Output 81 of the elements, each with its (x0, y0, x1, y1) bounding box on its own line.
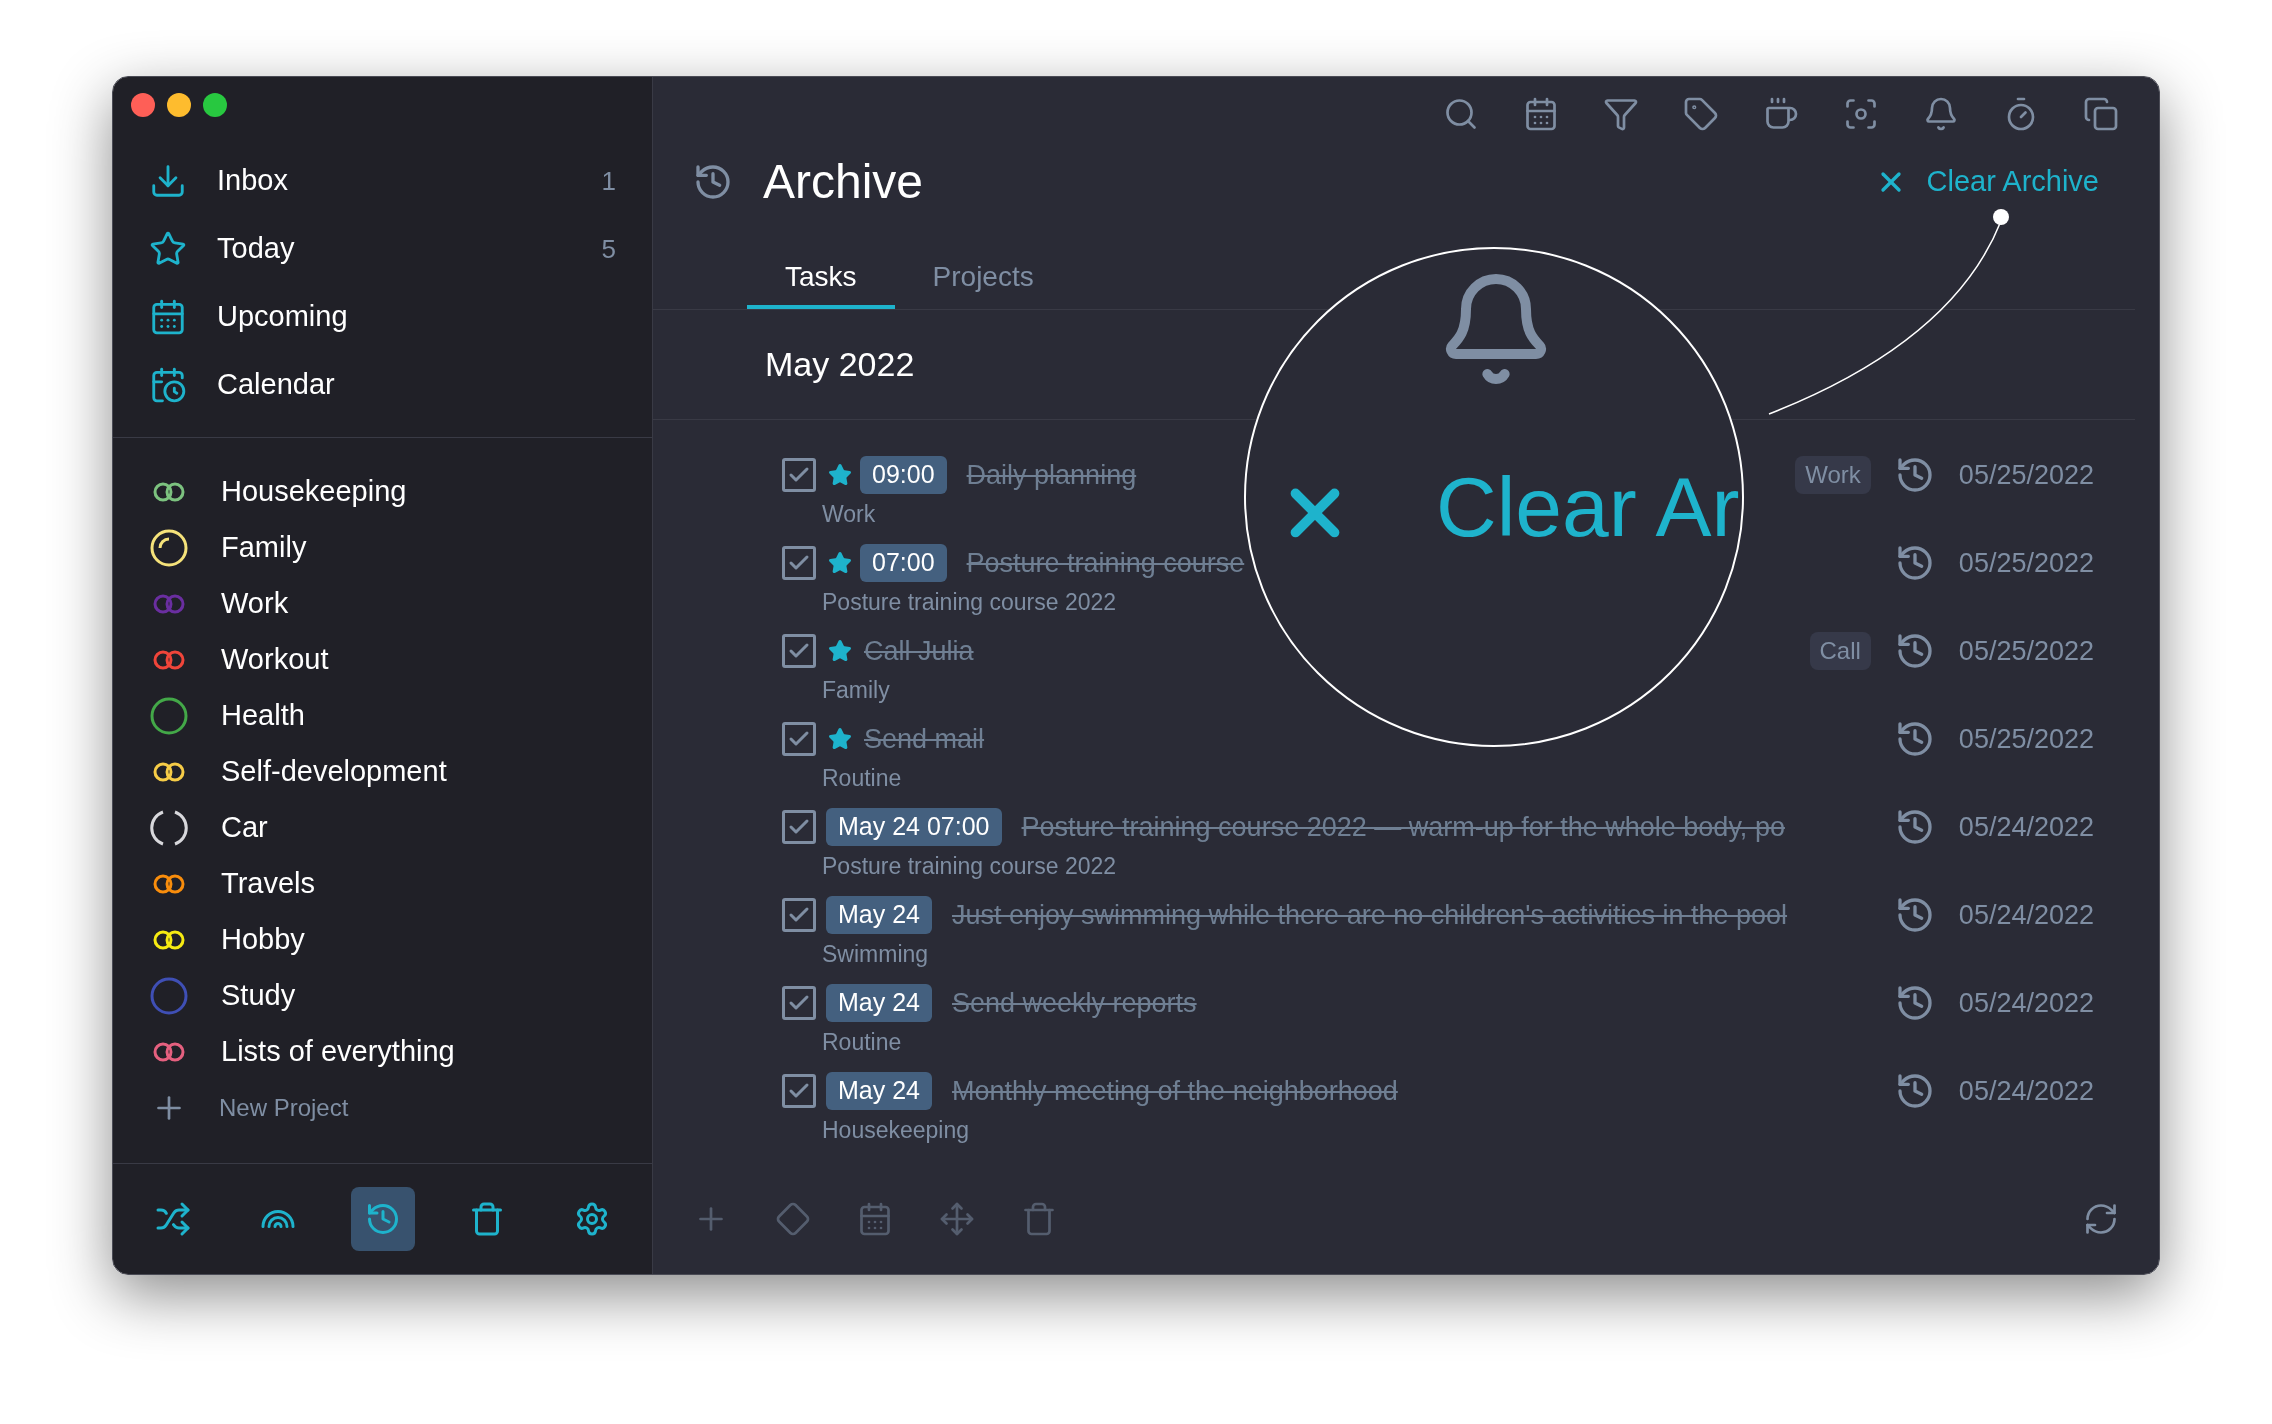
project-item[interactable]: Family (113, 520, 652, 576)
archive-date: 05/24/2022 (1958, 810, 2094, 844)
project-item[interactable]: Housekeeping (113, 464, 652, 520)
item-count: 1 (601, 164, 616, 198)
project-label: Housekeeping (822, 1116, 970, 1145)
checkbox[interactable] (782, 1074, 816, 1108)
archive-date: 05/24/2022 (1958, 1074, 2094, 1108)
section-heading: May 2022 (765, 344, 915, 385)
time-pill: May 24 07:00 (826, 808, 1002, 846)
task-title: Posture training course (966, 546, 1245, 580)
task-title: Monthly meeting of the neighborhood (952, 1074, 1398, 1108)
tag-chip: Call (1809, 632, 1871, 670)
project-item[interactable]: Travels (113, 856, 652, 912)
checkbox[interactable] (782, 810, 816, 844)
project-label: Swimming (822, 940, 929, 969)
calendar-icon (149, 298, 187, 336)
time-pill: May 24 (826, 984, 932, 1022)
archive-date: 05/24/2022 (1958, 986, 2094, 1020)
tab[interactable]: Tasks (747, 249, 895, 309)
checkbox[interactable] (782, 898, 816, 932)
checkbox[interactable] (782, 986, 816, 1020)
archive-date: 05/25/2022 (1958, 546, 2094, 580)
checkbox[interactable] (782, 722, 816, 756)
magnified-text: Clear Ar (1436, 465, 1740, 549)
task-title: Call Julia (864, 634, 974, 668)
shuffle-icon (155, 1201, 191, 1237)
checkbox[interactable] (782, 546, 816, 580)
project-item[interactable]: Health (113, 688, 652, 744)
task-title: Just enjoy swimming while there are no children's activities in the pool (952, 898, 1788, 932)
calendar-clock-icon (149, 366, 187, 404)
time-pill: May 24 (826, 1072, 932, 1110)
checkbox[interactable] (782, 634, 816, 668)
archive-date: 05/25/2022 (1958, 458, 2094, 492)
clear-archive-button[interactable]: Clear Archive (1874, 160, 2099, 204)
project-label: Posture training course 2022 (822, 588, 1117, 617)
task-title: Daily planning (966, 458, 1137, 492)
star-icon (149, 230, 187, 268)
item-count: 5 (601, 232, 616, 266)
copy-icon[interactable] (2083, 96, 2119, 132)
time-pill: May 24 (826, 896, 932, 934)
project-item[interactable]: Workout (113, 632, 652, 688)
tag-icon[interactable] (1683, 96, 1719, 132)
history-icon (693, 162, 733, 202)
project-item[interactable]: Self-development (113, 744, 652, 800)
sidebar-item[interactable]: Calendar (113, 351, 652, 419)
task-title: Posture training course 2022 — warm-up for the whole body, po (1021, 810, 1785, 844)
sidebar-item[interactable]: Upcoming (113, 283, 652, 351)
time-pill: 07:00 (860, 544, 947, 582)
search-icon[interactable] (1443, 96, 1479, 132)
focus-icon[interactable] (1843, 96, 1879, 132)
sidebar-item[interactable]: Inbox 1 (113, 147, 652, 215)
calendar-icon[interactable] (1523, 96, 1559, 132)
time-pill: 09:00 (860, 456, 947, 494)
inbox-icon (149, 162, 187, 200)
project-item[interactable]: Lists of everything (113, 1024, 652, 1080)
project-label: Posture training course 2022 (822, 852, 1117, 881)
funnel-icon[interactable] (1603, 96, 1639, 132)
project-label: Work (822, 500, 876, 529)
bell-icon[interactable] (1923, 96, 1959, 132)
sync-icon[interactable] (2083, 1201, 2119, 1237)
settings-icon (574, 1201, 610, 1237)
sidebar-item[interactable]: Today 5 (113, 215, 652, 283)
project-label: Routine (822, 1028, 902, 1057)
archive-date: 05/25/2022 (1958, 634, 2094, 668)
cup-icon[interactable] (1763, 96, 1799, 132)
new-project-button[interactable]: New Project (113, 1080, 652, 1136)
archive-date: 05/25/2022 (1958, 722, 2094, 756)
checkbox[interactable] (782, 458, 816, 492)
history-button[interactable] (350, 1187, 415, 1251)
project-item[interactable]: Work (113, 576, 652, 632)
project-item[interactable]: Car (113, 800, 652, 856)
archive-date: 05/24/2022 (1958, 898, 2094, 932)
task-title: Send mail (864, 722, 985, 756)
project-item[interactable]: Study (113, 968, 652, 1024)
project-label: Family (822, 676, 890, 705)
tag-chip: Work (1795, 456, 1871, 494)
task-title: Send weekly reports (952, 986, 1197, 1020)
tab[interactable]: Projects (894, 249, 1072, 309)
project-label: Routine (822, 764, 902, 793)
project-item[interactable]: Hobby (113, 912, 652, 968)
page-title: Archive (763, 154, 924, 210)
